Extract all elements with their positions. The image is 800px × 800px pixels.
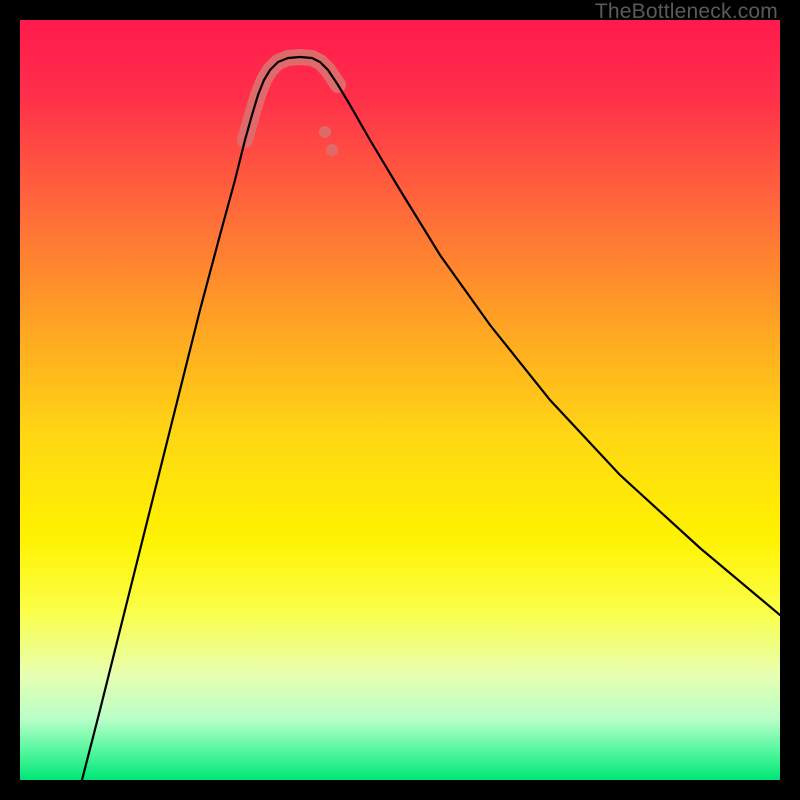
watermark-text: TheBottleneck.com — [595, 0, 778, 24]
bottleneck-chart — [20, 20, 780, 780]
marker-dot — [319, 126, 331, 138]
chart-frame — [20, 20, 780, 780]
gradient-background — [20, 20, 780, 780]
marker-dot — [326, 144, 338, 156]
